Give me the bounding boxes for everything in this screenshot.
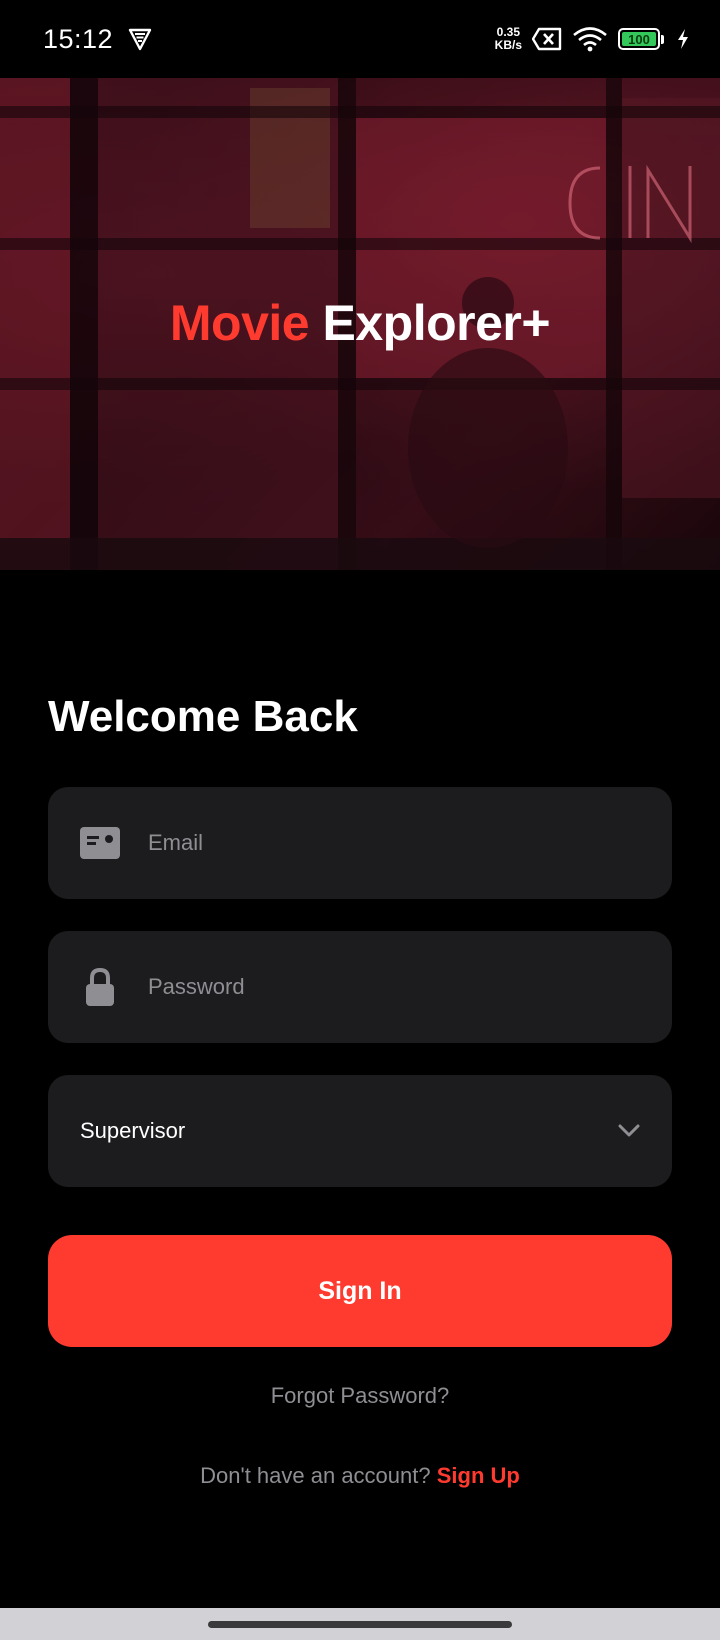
chevron-down-icon [618,1124,640,1138]
hero-banner: Movie Explorer+ [0,78,720,570]
password-input[interactable] [148,974,640,1000]
id-card-icon [80,823,120,863]
signup-prompt: Don't have an account? [200,1463,431,1488]
battery-icon: 100 [618,28,664,50]
role-dropdown[interactable]: Supervisor [48,1075,672,1187]
password-field[interactable] [48,931,672,1043]
signup-row: Don't have an account? Sign Up [0,1463,720,1489]
status-time: 15:12 [43,23,114,54]
system-nav-bar [0,1608,720,1640]
email-field[interactable] [48,787,672,899]
forgot-password-link[interactable]: Forgot Password? [0,1383,720,1409]
vpn-icon [127,26,153,52]
welcome-heading: Welcome Back [48,692,358,741]
sign-in-button[interactable]: Sign In [48,1235,672,1347]
status-bar: 15:12 0.35 KB/s 100 [0,0,720,78]
charging-bolt-icon [676,28,690,50]
role-selected-value: Supervisor [80,1118,186,1143]
app-title-accent: Movie [169,295,310,351]
login-screen: 15:12 0.35 KB/s 100 Movie Explorer+ Welc… [0,0,720,1640]
lock-icon [80,967,120,1007]
app-title-rest: Explorer+ [322,295,551,351]
email-input[interactable] [148,830,640,856]
status-icons: 0.35 KB/s 100 [495,26,690,52]
network-speed-unit: KB/s [494,38,522,52]
home-indicator[interactable] [208,1620,512,1628]
network-speed: 0.35 KB/s [495,26,522,52]
sim-off-icon [532,27,562,51]
wifi-icon [572,26,608,52]
battery-level: 100 [622,32,656,46]
sign-up-link[interactable]: Sign Up [437,1463,520,1488]
app-title: Movie Explorer+ [0,294,720,352]
